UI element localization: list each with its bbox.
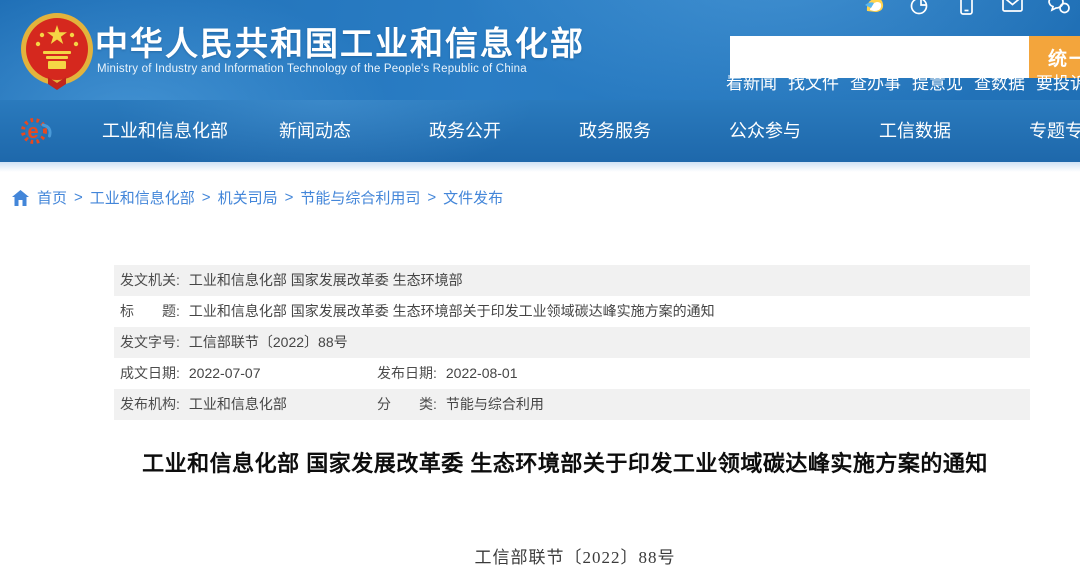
meta-cell: 分 类: 节能与综合利用: [377, 389, 544, 420]
meta-cell: 发布机构: 工业和信息化部: [120, 389, 287, 420]
article-title: 工业和信息化部 国家发展改革委 生态环境部关于印发工业领域碳达峰实施方案的通知: [85, 446, 1045, 478]
breadcrumb-separator: >: [74, 189, 83, 206]
meta-value: 节能与综合利用: [446, 396, 544, 412]
quick-links: 看新闻找文件查办事提意见查数据要投诉: [726, 69, 1080, 94]
meta-value: 工信部联节〔2022〕88号: [189, 334, 348, 350]
meta-value: 2022-07-07: [189, 365, 261, 381]
site-header: 中华人民共和国工业和信息化部 Ministry of Industry and …: [0, 0, 1080, 100]
site-subtitle: Ministry of Industry and Information Tec…: [97, 63, 527, 75]
meta-label: 标 题:: [120, 303, 180, 319]
nav-item[interactable]: 公众参与: [690, 100, 840, 162]
meta-label: 分 类:: [377, 396, 437, 412]
meta-label: 发布日期:: [377, 365, 437, 381]
home-icon[interactable]: [12, 190, 29, 206]
breadcrumb: 首页 > 工业和信息化部 > 机关司局 > 节能与综合利用司 > 文件发布: [12, 187, 503, 208]
accessibility-icon[interactable]: [908, 0, 933, 17]
meta-value: 工业和信息化部 国家发展改革委 生态环境部: [189, 272, 463, 288]
svg-text:e: e: [28, 121, 39, 143]
meta-label: 发文字号:: [120, 334, 180, 350]
nav-item[interactable]: 新闻动态: [240, 100, 390, 162]
meta-label: 发布机构:: [120, 396, 180, 412]
meta-cell: 发文机关: 工业和信息化部 国家发展改革委 生态环境部: [120, 265, 463, 296]
meta-value: 工业和信息化部: [189, 396, 287, 412]
nav-item[interactable]: 专题专栏: [990, 100, 1080, 162]
wechat-icon[interactable]: [1046, 0, 1071, 17]
quick-link[interactable]: 找文件: [788, 69, 839, 94]
meta-cell: 成文日期: 2022-07-07: [120, 358, 261, 389]
meta-cell: 标 题: 工业和信息化部 国家发展改革委 生态环境部关于印发工业领域碳达峰实施方案…: [120, 296, 715, 327]
nav-bottom-strip: [0, 162, 1080, 172]
quick-link[interactable]: 查数据: [974, 69, 1025, 94]
breadcrumb-item[interactable]: 工业和信息化部: [90, 187, 195, 208]
meta-row: 成文日期: 2022-07-07 发布日期: 2022-08-01: [114, 358, 1030, 389]
doc-number: 工信部联节〔2022〕88号: [95, 543, 1055, 568]
meta-row: 发布机构: 工业和信息化部 分 类: 节能与综合利用: [114, 389, 1030, 420]
breadcrumb-item[interactable]: 机关司局: [218, 187, 278, 208]
quick-link[interactable]: 查办事: [850, 69, 901, 94]
quick-link[interactable]: 要投诉: [1036, 69, 1080, 94]
meta-row: 发文字号: 工信部联节〔2022〕88号: [114, 327, 1030, 358]
meta-row: 标 题: 工业和信息化部 国家发展改革委 生态环境部关于印发工业领域碳达峰实施方案…: [114, 296, 1030, 327]
meta-label: 成文日期:: [120, 365, 180, 381]
nav-item[interactable]: 政务公开: [390, 100, 540, 162]
nav-item[interactable]: 政务服务: [540, 100, 690, 162]
breadcrumb-item[interactable]: 文件发布: [443, 187, 503, 208]
doc-meta-table: 发文机关: 工业和信息化部 国家发展改革委 生态环境部标 题: 工业和信息化部 国家…: [114, 265, 1030, 420]
mail-icon[interactable]: [1000, 0, 1025, 17]
meta-label: 发文机关:: [120, 272, 180, 288]
nav-menu: 工业和信息化部新闻动态政务公开政务服务公众参与工信数据专题专栏: [90, 100, 1080, 162]
meta-cell: 发布日期: 2022-08-01: [377, 358, 518, 389]
meta-value: 2022-08-01: [446, 365, 518, 381]
breadcrumb-item[interactable]: 节能与综合利用司: [300, 187, 420, 208]
china-national-emblem-icon: [18, 11, 96, 91]
meta-value: 工业和信息化部 国家发展改革委 生态环境部关于印发工业领域碳达峰实施方案的通知: [189, 303, 715, 319]
quick-link[interactable]: 看新闻: [726, 69, 777, 94]
meta-row: 发文机关: 工业和信息化部 国家发展改革委 生态环境部: [114, 265, 1030, 296]
breadcrumb-separator: >: [285, 189, 294, 206]
header-utility-icons: [862, 0, 1080, 17]
site-title: 中华人民共和国工业和信息化部: [95, 17, 585, 65]
miit-e-logo-icon[interactable]: e: [19, 112, 55, 150]
breadcrumb-separator: >: [202, 189, 211, 206]
nav-item[interactable]: 工信数据: [840, 100, 990, 162]
quick-link[interactable]: 提意见: [912, 69, 963, 94]
breadcrumb-separator: >: [427, 189, 436, 206]
meta-cell: 发文字号: 工信部联节〔2022〕88号: [120, 327, 348, 358]
mobile-icon[interactable]: [954, 0, 979, 17]
breadcrumb-item[interactable]: 首页: [37, 187, 67, 208]
mascot-icon[interactable]: [862, 0, 887, 17]
nav-item[interactable]: 工业和信息化部: [90, 100, 240, 162]
